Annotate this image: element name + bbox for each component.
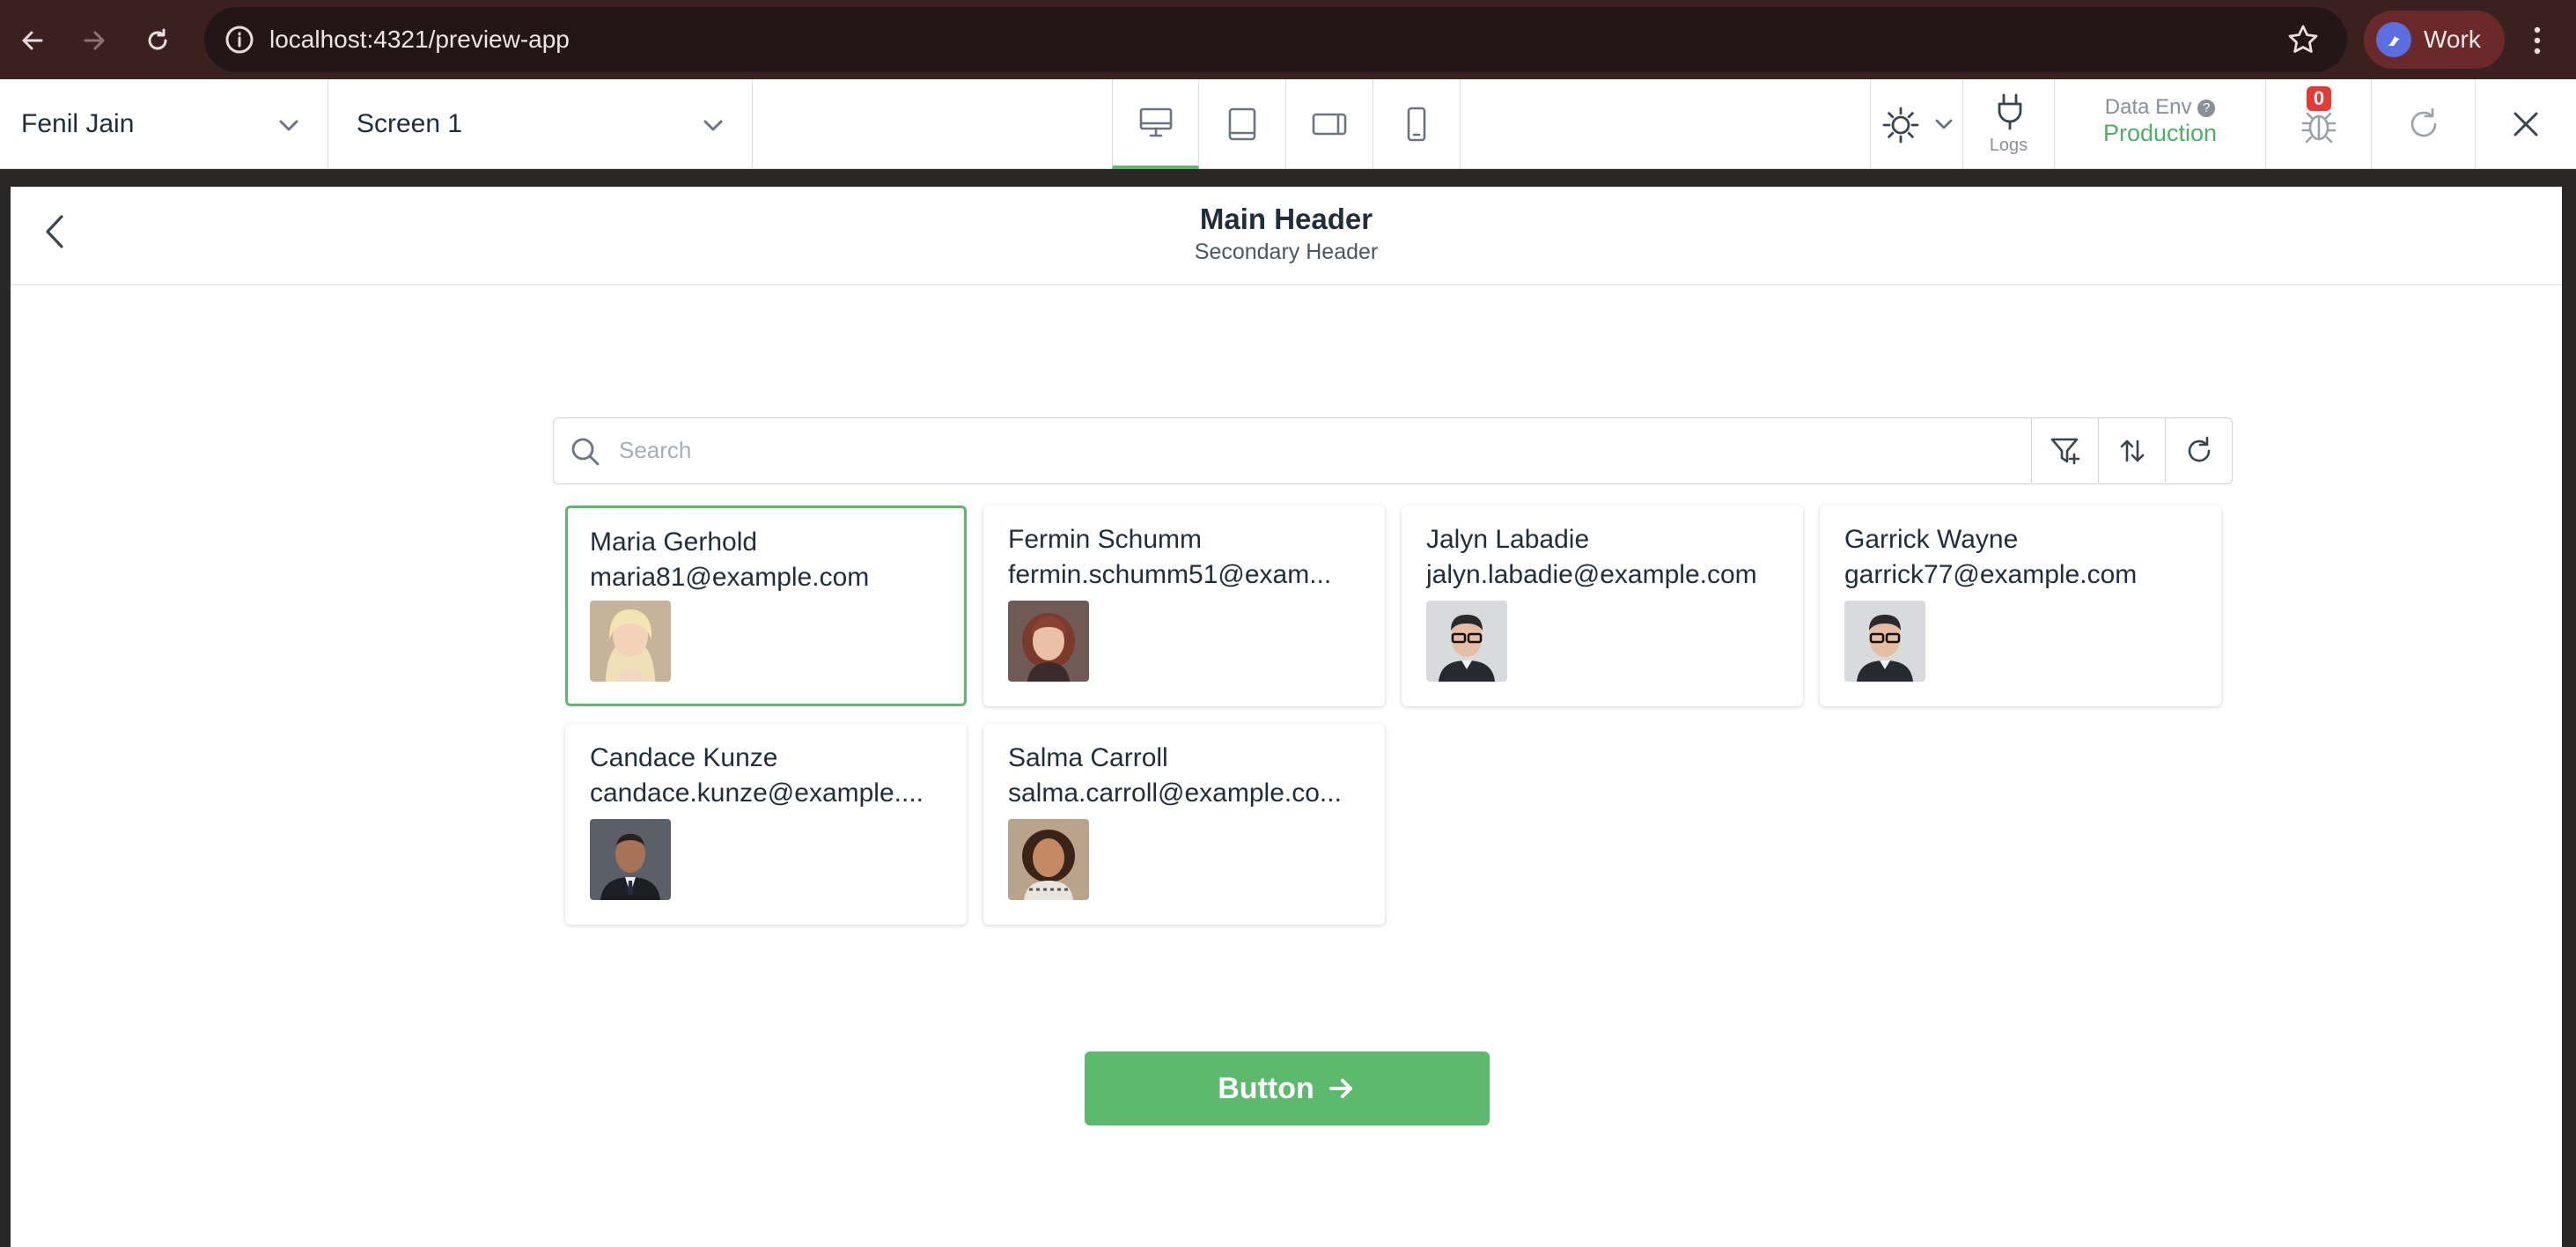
device-tablet-button[interactable] — [1199, 79, 1286, 169]
search-bar — [553, 417, 2233, 484]
sort-button[interactable] — [2098, 418, 2165, 483]
filter-icon — [2049, 435, 2082, 467]
close-icon — [2509, 107, 2543, 141]
refresh-list-button[interactable] — [2165, 418, 2232, 483]
theme-toggle[interactable] — [1870, 79, 1962, 169]
card-email: jalyn.labadie@example.com — [1426, 560, 1757, 589]
search-icon — [568, 434, 603, 469]
back-arrow-icon[interactable] — [14, 22, 51, 59]
forward-arrow-icon[interactable] — [76, 22, 113, 59]
bookmark-star-icon[interactable] — [2285, 22, 2321, 57]
plug-icon — [1993, 92, 2027, 130]
card-email: maria81@example.com — [590, 563, 870, 592]
help-icon: ? — [2197, 99, 2216, 117]
data-env-value: Production — [2102, 120, 2218, 146]
arrow-right-icon — [1327, 1074, 1357, 1103]
user-card[interactable]: Maria Gerhold maria81@example.com — [565, 505, 967, 706]
card-name: Candace Kunze — [590, 743, 778, 772]
device-desktop-button[interactable] — [1112, 79, 1199, 169]
user-card[interactable]: Fermin Schumm fermin.schumm51@exam... — [983, 505, 1385, 706]
user-card[interactable]: Candace Kunze candace.kunze@example.... — [565, 724, 967, 925]
button-label: Button — [1218, 1071, 1314, 1105]
logs-button[interactable]: Logs — [1962, 79, 2054, 169]
app-header: Main Header Secondary Header — [11, 187, 2562, 285]
main-header: Main Header — [1199, 203, 1373, 235]
sort-icon — [2117, 436, 2147, 466]
avatar — [1844, 601, 1925, 682]
avatar — [1008, 601, 1089, 682]
desktop-icon — [1138, 106, 1174, 139]
device-mobile-button[interactable] — [1373, 79, 1461, 169]
chevron-down-icon — [276, 112, 302, 138]
device-tablet-landscape-button[interactable] — [1286, 79, 1373, 169]
chevron-down-icon — [700, 112, 726, 138]
sun-moon-icon — [1880, 104, 1922, 146]
screen-select[interactable]: Screen 1 — [328, 79, 753, 169]
card-name: Jalyn Labadie — [1426, 525, 1590, 554]
tablet-landscape-icon — [1311, 109, 1348, 139]
profile-button[interactable]: Work — [2364, 11, 2505, 69]
profile-label: Work — [2424, 26, 2481, 53]
filter-button[interactable] — [2031, 418, 2098, 483]
user-select[interactable]: Fenil Jain — [0, 79, 328, 169]
card-name: Garrick Wayne — [1844, 525, 2019, 554]
user-card[interactable]: Salma Carroll salma.carroll@example.co..… — [983, 724, 1385, 925]
debug-count-badge: 0 — [2307, 86, 2331, 111]
chevron-down-icon — [1932, 112, 1955, 135]
reload-icon[interactable] — [139, 22, 176, 59]
app-preview: Main Header Secondary Header Maria Gerho… — [11, 187, 2562, 1247]
url-text[interactable]: localhost:4321/preview-app — [269, 7, 570, 72]
site-info-icon[interactable] — [224, 24, 255, 55]
search-input[interactable] — [619, 418, 2010, 483]
address-bar[interactable]: localhost:4321/preview-app — [204, 7, 2347, 72]
secondary-header: Secondary Header — [1194, 240, 1379, 264]
avatar — [1426, 601, 1507, 682]
user-select-label: Fenil Jain — [21, 109, 135, 138]
card-email: salma.carroll@example.co... — [1008, 778, 1342, 808]
avatar — [590, 819, 671, 900]
tablet-icon — [1226, 107, 1258, 142]
user-card[interactable]: Jalyn Labadie jalyn.labadie@example.com — [1402, 505, 1803, 706]
preview-toolbar: Fenil Jain Screen 1 Logs Data Env ? Prod… — [0, 79, 2576, 169]
user-card[interactable]: Garrick Wayne garrick77@example.com — [1820, 505, 2221, 706]
card-email: fermin.schumm51@exam... — [1008, 560, 1332, 589]
screen-select-label: Screen 1 — [357, 109, 463, 138]
close-preview-button[interactable] — [2475, 79, 2576, 169]
card-email: candace.kunze@example.... — [590, 778, 924, 808]
card-email: garrick77@example.com — [1844, 560, 2138, 589]
refresh-icon — [2183, 435, 2215, 467]
refresh-preview-button[interactable] — [2371, 79, 2475, 169]
mobile-icon — [1404, 106, 1429, 143]
logs-label: Logs — [1989, 136, 2028, 155]
card-name: Maria Gerhold — [590, 528, 758, 557]
browser-menu-icon[interactable] — [2528, 23, 2546, 58]
browser-bar: localhost:4321/preview-app Work — [0, 0, 2576, 79]
profile-avatar — [2376, 22, 2411, 57]
data-env-selector[interactable]: Data Env ? Production — [2054, 79, 2265, 169]
card-name: Salma Carroll — [1008, 743, 1168, 772]
primary-button[interactable]: Button — [1085, 1051, 1490, 1125]
data-env-label: Data Env ? — [2055, 95, 2265, 120]
avatar — [590, 601, 671, 682]
refresh-icon — [2405, 106, 2442, 143]
avatar — [1008, 819, 1089, 900]
card-name: Fermin Schumm — [1008, 525, 1203, 554]
debugger-button[interactable]: 0 — [2265, 79, 2371, 169]
